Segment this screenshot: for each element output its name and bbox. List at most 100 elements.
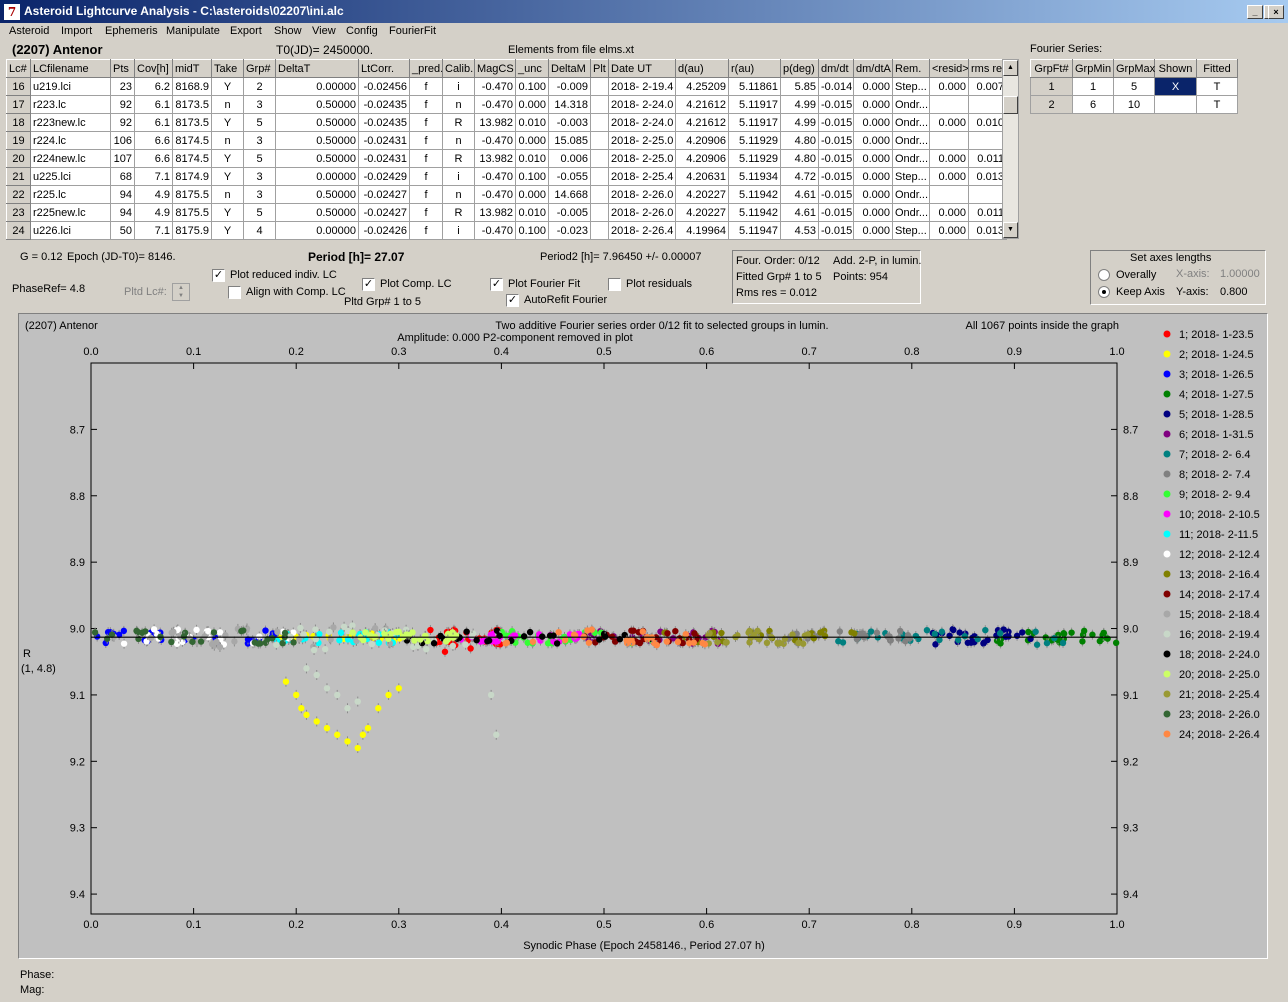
table-cell[interactable]: -0.02435 bbox=[358, 95, 410, 114]
table-cell[interactable]: Y bbox=[211, 221, 244, 240]
table-cell[interactable]: i bbox=[442, 221, 475, 240]
table-cell[interactable]: 4.20631 bbox=[675, 167, 729, 186]
table-cell[interactable]: 23 bbox=[110, 77, 135, 96]
fs-cell[interactable]: 10 bbox=[1113, 95, 1155, 114]
row-header-cell[interactable]: 23 bbox=[6, 203, 31, 222]
table-cell[interactable]: r225new.lc bbox=[30, 203, 111, 222]
table-cell[interactable]: 0.010 bbox=[968, 113, 1007, 132]
table-cell[interactable]: f bbox=[409, 203, 443, 222]
table-cell[interactable]: 4.80 bbox=[780, 149, 819, 168]
table-cell[interactable] bbox=[968, 95, 1007, 114]
row-header-cell[interactable]: 19 bbox=[6, 131, 31, 150]
table-cell[interactable]: 13.982 bbox=[474, 149, 516, 168]
table-cell[interactable]: 0.011 bbox=[968, 203, 1007, 222]
plot-comp-checkbox[interactable]: ✓ bbox=[362, 278, 375, 291]
lc-col-header[interactable]: Plt bbox=[590, 59, 609, 78]
table-cell[interactable]: 0.000 bbox=[853, 77, 893, 96]
lc-col-header[interactable]: d(au) bbox=[675, 59, 729, 78]
lightcurve-plot-panel[interactable]: (2207) Antenor Two additive Fourier seri… bbox=[18, 313, 1268, 959]
table-cell[interactable]: 3 bbox=[243, 167, 276, 186]
lc-col-header[interactable]: midT bbox=[172, 59, 212, 78]
table-cell[interactable]: 5.11917 bbox=[728, 113, 781, 132]
row-header-cell[interactable]: 24 bbox=[6, 221, 31, 240]
table-cell[interactable]: f bbox=[409, 185, 443, 204]
table-cell[interactable]: -0.015 bbox=[818, 113, 854, 132]
table-cell[interactable]: 3 bbox=[243, 95, 276, 114]
table-cell[interactable]: -0.470 bbox=[474, 167, 516, 186]
table-cell[interactable]: 5.85 bbox=[780, 77, 819, 96]
table-cell[interactable]: 0.000 bbox=[853, 95, 893, 114]
table-cell[interactable]: -0.015 bbox=[818, 95, 854, 114]
lc-col-header[interactable]: Pts bbox=[110, 59, 135, 78]
fs-row-header[interactable]: 2 bbox=[1030, 95, 1073, 114]
table-cell[interactable]: 2 bbox=[243, 77, 276, 96]
table-cell[interactable] bbox=[590, 77, 609, 96]
table-cell[interactable]: 8168.9 bbox=[172, 77, 212, 96]
table-cell[interactable]: 4.20227 bbox=[675, 203, 729, 222]
table-cell[interactable]: 2018- 2-24.0 bbox=[608, 113, 676, 132]
lc-col-header[interactable]: dm/dtA bbox=[853, 59, 893, 78]
table-cell[interactable]: 2018- 2-24.0 bbox=[608, 95, 676, 114]
table-cell[interactable]: 5 bbox=[243, 113, 276, 132]
table-cell[interactable] bbox=[590, 167, 609, 186]
table-cell[interactable]: 2018- 2-25.4 bbox=[608, 167, 676, 186]
table-cell[interactable]: 4.19964 bbox=[675, 221, 729, 240]
fs-row-header[interactable]: 1 bbox=[1030, 77, 1073, 96]
lc-col-header[interactable]: LCfilename bbox=[30, 59, 111, 78]
table-row[interactable]: 22 r225.lc 94 4.9 8175.5 n 3 0.50000 -0.02427 f n -… bbox=[6, 185, 1007, 204]
table-row[interactable]: 16 u219.lci 23 6.2 8168.9 Y 2 0.00000 -0.02456 f i… bbox=[6, 77, 1007, 96]
menu-view[interactable]: View bbox=[312, 25, 336, 37]
table-cell[interactable]: Ondr... bbox=[892, 113, 930, 132]
align-comp-checkbox[interactable] bbox=[228, 286, 241, 299]
fs-row[interactable]: 115XT bbox=[1030, 77, 1238, 96]
table-cell[interactable]: 4 bbox=[243, 221, 276, 240]
scroll-down-button[interactable]: ▼ bbox=[1003, 222, 1018, 238]
pltd-lc-spinner[interactable]: ▲ ▼ bbox=[172, 283, 190, 301]
table-cell[interactable]: 4.53 bbox=[780, 221, 819, 240]
menu-show[interactable]: Show bbox=[274, 25, 302, 37]
table-cell[interactable]: 0.50000 bbox=[275, 149, 359, 168]
table-row[interactable]: 21 u225.lci 68 7.1 8174.9 Y 3 0.00000 -0.02429 f i… bbox=[6, 167, 1007, 186]
table-cell[interactable]: 0.000 bbox=[853, 185, 893, 204]
lc-col-header[interactable]: rms res bbox=[968, 59, 1007, 78]
fs-cell[interactable]: T bbox=[1196, 95, 1238, 114]
table-cell[interactable]: 15.085 bbox=[548, 131, 591, 150]
table-cell[interactable]: 8175.5 bbox=[172, 185, 212, 204]
menu-config[interactable]: Config bbox=[346, 25, 378, 37]
lc-col-header[interactable]: _unc bbox=[515, 59, 549, 78]
table-cell[interactable]: R bbox=[442, 203, 475, 222]
fs-col-header[interactable]: GrpMin bbox=[1072, 59, 1114, 78]
table-cell[interactable]: n bbox=[211, 131, 244, 150]
table-cell[interactable]: -0.02431 bbox=[358, 131, 410, 150]
table-cell[interactable]: -0.02426 bbox=[358, 221, 410, 240]
table-cell[interactable]: 0.000 bbox=[853, 221, 893, 240]
table-cell[interactable]: 6.1 bbox=[134, 95, 173, 114]
table-cell[interactable] bbox=[929, 95, 969, 114]
menu-ephemeris[interactable]: Ephemeris bbox=[105, 25, 158, 37]
table-cell[interactable]: 4.25209 bbox=[675, 77, 729, 96]
table-cell[interactable]: Y bbox=[211, 149, 244, 168]
table-cell[interactable]: 8175.5 bbox=[172, 203, 212, 222]
table-cell[interactable]: Step... bbox=[892, 221, 930, 240]
yaxis-value[interactable]: 0.800 bbox=[1220, 286, 1248, 298]
table-cell[interactable]: 4.99 bbox=[780, 95, 819, 114]
table-cell[interactable]: r223new.lc bbox=[30, 113, 111, 132]
table-cell[interactable]: 68 bbox=[110, 167, 135, 186]
table-cell[interactable]: Ondr... bbox=[892, 95, 930, 114]
table-cell[interactable]: 0.010 bbox=[515, 113, 549, 132]
fs-cell[interactable] bbox=[1154, 95, 1197, 114]
table-cell[interactable]: 5.11934 bbox=[728, 167, 781, 186]
table-cell[interactable]: 13.982 bbox=[474, 203, 516, 222]
table-cell[interactable]: 5.11942 bbox=[728, 185, 781, 204]
minimize-button[interactable]: _ bbox=[1247, 5, 1263, 19]
row-header-cell[interactable]: 17 bbox=[6, 95, 31, 114]
table-cell[interactable]: 2018- 2-19.4 bbox=[608, 77, 676, 96]
table-cell[interactable]: Y bbox=[211, 203, 244, 222]
table-cell[interactable]: u226.lci bbox=[30, 221, 111, 240]
table-cell[interactable]: n bbox=[442, 185, 475, 204]
table-cell[interactable]: f bbox=[409, 77, 443, 96]
lc-col-header[interactable]: p(deg) bbox=[780, 59, 819, 78]
table-cell[interactable]: 0.006 bbox=[548, 149, 591, 168]
table-cell[interactable]: 0.100 bbox=[515, 77, 549, 96]
lc-col-header[interactable]: Cov[h] bbox=[134, 59, 173, 78]
